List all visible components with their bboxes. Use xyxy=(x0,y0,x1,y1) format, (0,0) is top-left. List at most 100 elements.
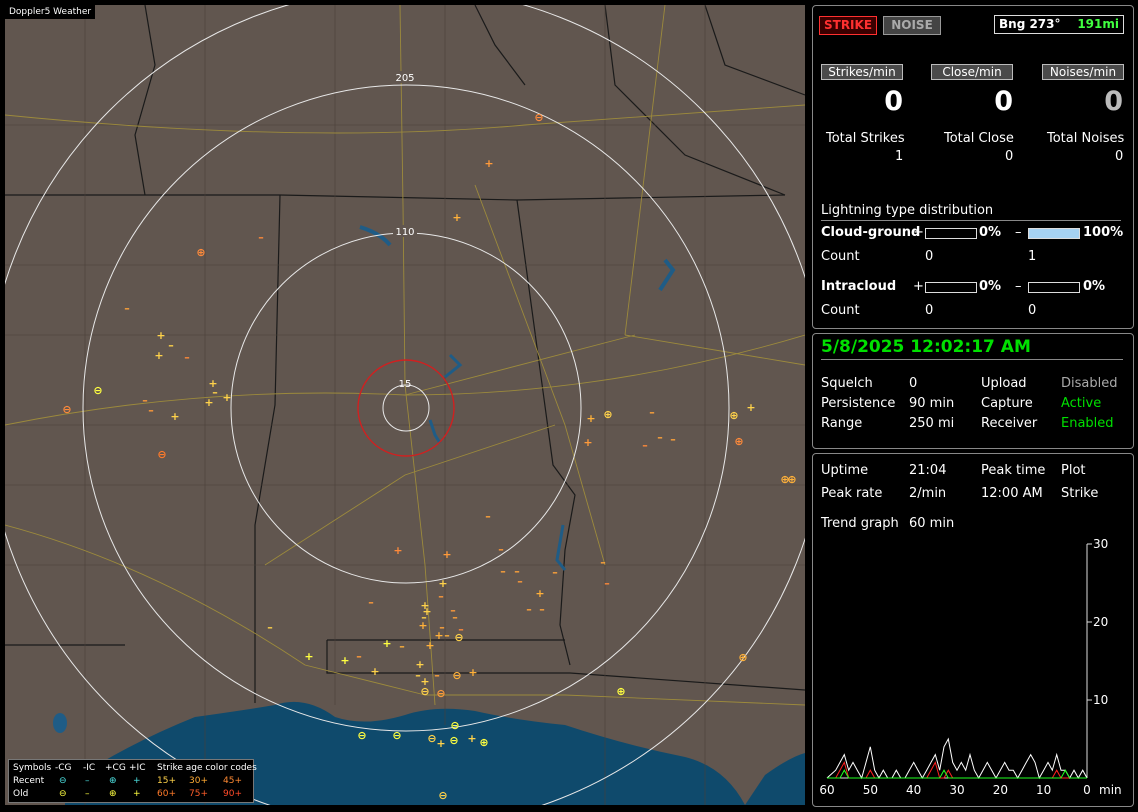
gulf-of-mexico xyxy=(745,753,805,805)
cg-plus-bar xyxy=(925,228,977,239)
strike-marker: – xyxy=(444,629,450,642)
legend-header-symbols: Symbols xyxy=(13,763,52,773)
cg-minus-sign: – xyxy=(1015,225,1022,240)
peak-rate-value: 2/min xyxy=(909,486,947,501)
strike-marker: – xyxy=(124,302,130,315)
strike-marker: ⊕ xyxy=(738,651,747,664)
close-per-min-value: 0 xyxy=(994,86,1013,117)
legend-age-75: 75+ xyxy=(189,789,208,799)
receiver-label: Receiver xyxy=(981,416,1038,431)
map-title: Doppler5 Weather xyxy=(5,5,96,19)
uptime-value: 21:04 xyxy=(909,463,947,478)
trend-series-line xyxy=(826,737,1088,780)
strike-marker: ⊕ xyxy=(729,409,738,422)
legend-plus-cg-icon: ⊕ xyxy=(109,776,117,786)
strike-marker: + xyxy=(204,396,213,409)
legend-minus-cg-icon: ⊖ xyxy=(59,789,67,799)
x-tick-label: 0 xyxy=(1083,783,1091,797)
cg-plus-sign: + xyxy=(913,225,924,240)
strike-marker: + xyxy=(154,349,163,362)
strike-marker: – xyxy=(168,339,174,352)
strike-marker: ⊖ xyxy=(436,687,445,700)
strike-marker: ⊖ xyxy=(392,729,401,742)
strike-marker: – xyxy=(649,406,655,419)
x-tick-label: 30 xyxy=(949,783,964,797)
strike-marker: – xyxy=(642,439,648,452)
strike-marker: – xyxy=(356,650,362,663)
range-ring xyxy=(357,359,455,457)
strike-marker: ⊖ xyxy=(454,631,463,644)
capture-label: Capture xyxy=(981,396,1033,411)
map-legend: Symbols -CG -IC +CG +IC Strike age color… xyxy=(8,759,257,803)
cg-plus-percent: 0% xyxy=(979,225,1002,240)
capture-status: Active xyxy=(1061,396,1102,411)
distribution-divider xyxy=(821,220,1121,221)
strike-marker: + xyxy=(583,436,592,449)
ring-label: 205 xyxy=(395,73,414,84)
strike-marker: – xyxy=(452,611,458,624)
legend-plus-cg-icon: ⊕ xyxy=(109,789,117,799)
strikes-per-min-label: Strikes/min xyxy=(821,64,903,80)
strike-marker: + xyxy=(438,577,447,590)
total-noises-label: Total Noises xyxy=(1047,131,1125,146)
strike-marker: – xyxy=(148,404,154,417)
x-tick-label: 50 xyxy=(863,783,878,797)
strike-marker: + xyxy=(222,391,231,404)
strike-marker: + xyxy=(484,157,493,170)
strike-marker: + xyxy=(452,211,461,224)
upload-label: Upload xyxy=(981,376,1027,391)
legend-old-label: Old xyxy=(13,789,29,799)
strike-marker: + xyxy=(467,732,476,745)
radar-map[interactable]: 205 110 15 ⊖ + + ⊕ – – + – + – + – + + – – + ⊖ ⊖ ⊖ ⊕ + – – – – + ⊕ +… xyxy=(5,5,805,805)
total-noises-value: 0 xyxy=(1115,149,1124,164)
total-close-label: Total Close xyxy=(944,131,1014,146)
ic-plus-bar xyxy=(925,282,977,293)
strike-marker: + xyxy=(340,654,349,667)
bearing-value: Bng 273° xyxy=(999,17,1061,31)
distribution-title: Lightning type distribution xyxy=(821,203,994,218)
map-canvas: 205 110 15 ⊖++⊕––+–+ –+– ++–– +⊖⊖⊖⊕+ –– ––+⊕+… xyxy=(5,5,805,805)
range-label: Range xyxy=(821,416,863,431)
total-strikes-label: Total Strikes xyxy=(826,131,905,146)
persistence-value: 90 min xyxy=(909,396,955,411)
legend-plus-ic-icon: + xyxy=(133,776,141,786)
range-value: 250 mi xyxy=(909,416,955,431)
strike-marker: + xyxy=(170,410,179,423)
highways xyxy=(5,5,805,706)
lake xyxy=(658,258,676,292)
upload-status: Disabled xyxy=(1061,376,1118,391)
y-tick-label: 20 xyxy=(1093,615,1108,629)
x-tick-label: 10 xyxy=(1036,783,1051,797)
strike-marker: + xyxy=(382,637,391,650)
plot-value[interactable]: Strike xyxy=(1061,486,1098,501)
x-tick-label: 20 xyxy=(993,783,1008,797)
strike-marker: – xyxy=(604,577,610,590)
strike-marker: ⊖ xyxy=(357,729,366,742)
strike-marker: – xyxy=(184,351,190,364)
total-strikes-value: 1 xyxy=(895,149,904,164)
ic-plus-percent: 0% xyxy=(979,279,1002,294)
trend-panel: Uptime 21:04 Peak time Plot Peak rate 2/… xyxy=(812,453,1134,807)
ic-minus-bar xyxy=(1028,282,1080,293)
legend-age-45: 45+ xyxy=(223,776,242,786)
legend-plus-ic-icon: + xyxy=(133,789,141,799)
strike-marker: ⊖ xyxy=(452,669,461,682)
peak-rate-label: Peak rate xyxy=(821,486,883,501)
strike-marker: ⊖ xyxy=(449,734,458,747)
strike-marker: – xyxy=(142,394,148,407)
noise-indicator[interactable]: NOISE xyxy=(883,16,941,35)
strike-marker: + xyxy=(304,650,313,663)
legend-minus-ic-icon: – xyxy=(85,789,90,799)
strike-marker: + xyxy=(442,548,451,561)
cg-minus-bar-fill xyxy=(1029,229,1079,238)
trend-graph-value[interactable]: 60 min xyxy=(909,516,954,531)
strike-indicator[interactable]: STRIKE xyxy=(819,16,877,35)
ic-plus-sign: + xyxy=(913,279,924,294)
legend-minus-cg-icon: ⊖ xyxy=(59,776,67,786)
strike-marker: – xyxy=(258,231,264,244)
strike-marker: ⊖ xyxy=(438,789,447,802)
squelch-label: Squelch xyxy=(821,376,873,391)
lake xyxy=(428,419,442,444)
cg-minus-percent: 100% xyxy=(1083,225,1124,240)
strike-marker: – xyxy=(517,575,523,588)
